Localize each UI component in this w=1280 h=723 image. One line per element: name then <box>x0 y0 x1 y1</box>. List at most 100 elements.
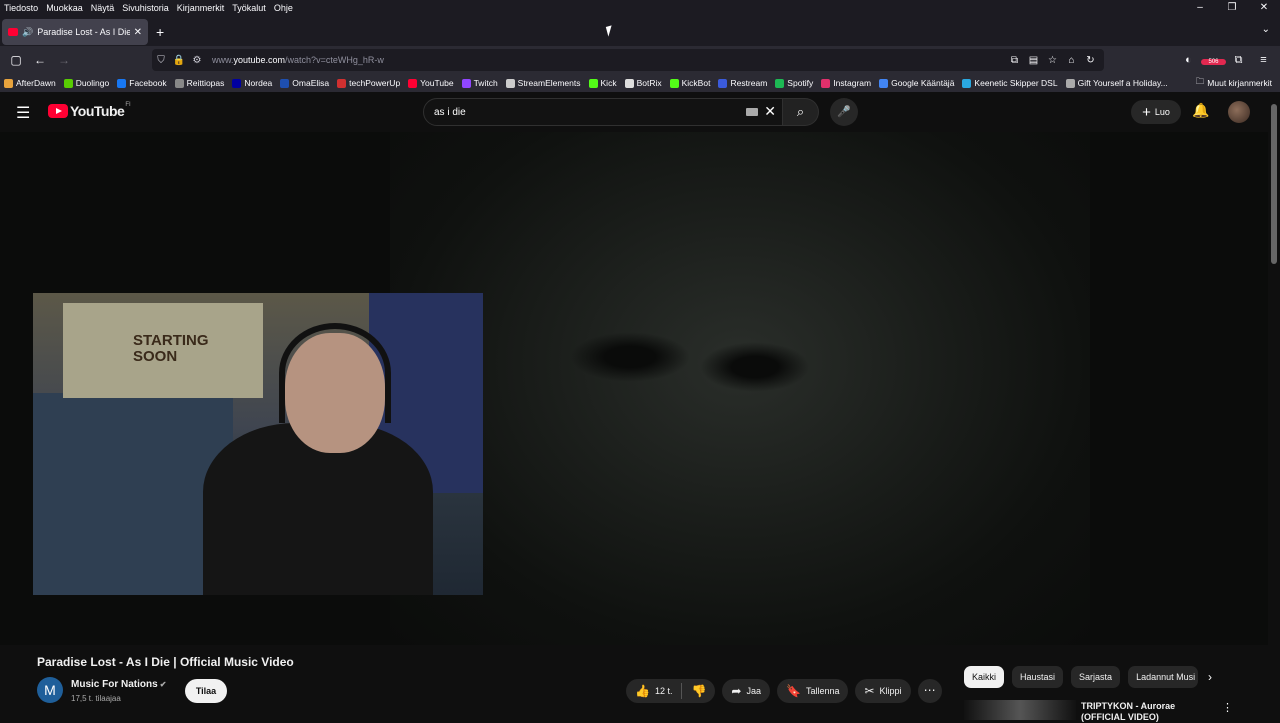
thumbs-up-icon: 👍 <box>635 684 650 698</box>
video-title: Paradise Lost - As I Die | Official Musi… <box>37 655 294 669</box>
chip-from-series[interactable]: Sarjasta <box>1071 666 1121 688</box>
bookmark-item[interactable]: StreamElements <box>502 78 585 88</box>
bookmark-item[interactable]: Restream <box>714 78 771 88</box>
share-button[interactable]: ➦ Jaa <box>722 679 770 703</box>
app-menu-icon[interactable]: ≡ <box>1251 54 1276 66</box>
reader-view-icon[interactable]: ▤ <box>1024 55 1043 66</box>
reload-icon[interactable]: ↻ <box>1081 55 1100 66</box>
url-bar[interactable]: ⛉ 🔒 ⚙ www.youtube.com/watch?v=cteWHg_hR-… <box>152 49 1104 71</box>
share-icon: ➦ <box>731 684 742 698</box>
menu-edit[interactable]: Muokkaa <box>42 3 87 13</box>
restore-icon[interactable]: ❐ <box>1216 0 1248 16</box>
profile-extension-icon[interactable]: ◐ <box>1176 54 1201 66</box>
channel-name[interactable]: Music For Nations ✔ <box>71 679 166 690</box>
save-button[interactable]: 🔖 Tallenna <box>777 679 849 703</box>
pip-icon[interactable]: ⧉ <box>1005 55 1024 66</box>
avatar[interactable] <box>1228 101 1250 123</box>
bookmark-favicon-icon <box>505 78 515 88</box>
speaker-icon[interactable]: 🔊 <box>22 27 33 38</box>
chip-uploaded-by[interactable]: Ladannut Musi <box>1128 666 1199 688</box>
other-bookmarks-folder[interactable]: 🗀 Muut kirjanmerkit <box>1196 74 1272 92</box>
keyboard-icon[interactable] <box>746 108 758 116</box>
tab-youtube[interactable]: 🔊 Paradise Lost - As I Die | Offi ✕ <box>2 19 148 45</box>
more-actions-button[interactable]: ⋯ <box>917 679 942 703</box>
subscribe-button[interactable]: Tilaa <box>185 679 227 703</box>
menu-file[interactable]: Tiedosto <box>0 3 42 13</box>
bookmark-favicon-icon <box>669 78 679 88</box>
bookmark-item[interactable]: Duolingo <box>60 78 114 88</box>
bookmark-item[interactable]: Kick <box>585 78 621 88</box>
subscriber-count: 17,5 t. tilaajaa <box>71 694 121 703</box>
extension-badge-icon[interactable]: 506 <box>1201 54 1226 66</box>
close-tab-icon[interactable]: ✕ <box>134 27 142 38</box>
forward-icon[interactable]: → <box>52 53 76 67</box>
youtube-logo[interactable]: YouTube FI <box>48 102 131 119</box>
minimize-icon[interactable]: – <box>1184 0 1216 16</box>
notifications-bell-icon[interactable]: 🔔 <box>1192 102 1209 119</box>
verified-icon: ✔ <box>159 680 167 689</box>
like-button[interactable]: 👍 12 t. <box>626 679 681 703</box>
bookmark-item[interactable]: Facebook <box>113 78 170 88</box>
scrollbar[interactable] <box>1268 92 1280 720</box>
new-tab-icon[interactable]: + <box>156 24 164 40</box>
bookmark-item[interactable]: techPowerUp <box>333 78 404 88</box>
bookmark-favicon-icon <box>174 78 184 88</box>
home-icon[interactable]: ⌂ <box>1062 55 1081 66</box>
bookmark-item[interactable]: KickBot <box>666 78 715 88</box>
bookmark-star-icon[interactable]: ☆ <box>1043 55 1062 66</box>
close-window-icon[interactable]: ✕ <box>1248 0 1280 16</box>
bookmark-item[interactable]: BotRix <box>621 78 666 88</box>
bookmark-favicon-icon <box>4 78 13 88</box>
bookmark-favicon-icon <box>718 78 728 88</box>
bookmark-item[interactable]: Gift Yourself a Holiday... <box>1062 78 1172 88</box>
tab-list-icon[interactable]: ⌄ <box>1262 24 1270 35</box>
menu-tools[interactable]: Työkalut <box>228 3 270 13</box>
bookmark-item[interactable]: YouTube <box>404 78 457 88</box>
voice-search-button[interactable]: 🎤 <box>830 98 858 126</box>
bookmark-item[interactable]: OmaElisa <box>276 78 333 88</box>
menu-history[interactable]: Sivuhistoria <box>118 3 173 13</box>
youtube-favicon-icon <box>8 28 18 36</box>
search-button[interactable]: ⌕ <box>783 98 819 126</box>
bookmarks-bar: AfterDawn Duolingo Facebook Reittiopas Norde… <box>0 74 1280 92</box>
channel-avatar[interactable]: M <box>37 677 63 703</box>
recommendation-chips: Kaikki Haustasi Sarjasta Ladannut Musi <box>964 666 1206 688</box>
microphone-icon: 🎤 <box>837 106 851 118</box>
bookmark-item[interactable]: Instagram <box>817 78 875 88</box>
bookmark-item[interactable]: Keenetic Skipper DSL <box>958 78 1061 88</box>
search-input[interactable]: as i die ✕ <box>423 98 783 126</box>
bookmark-item[interactable]: Spotify <box>771 78 817 88</box>
menu-bookmarks[interactable]: Kirjanmerkit <box>173 3 229 13</box>
extension-toolbar: ◐ 506 ⧉ ≡ <box>1176 46 1276 74</box>
bookmark-item[interactable]: Google Kääntäjä <box>875 78 958 88</box>
bookmark-favicon-icon <box>624 78 634 88</box>
shield-icon[interactable]: ⛉ <box>152 55 170 66</box>
tab-title: Paradise Lost - As I Die | Offi <box>37 27 130 37</box>
menu-help[interactable]: Ohje <box>270 3 297 13</box>
scissors-icon: ✂ <box>864 684 875 698</box>
more-options-icon[interactable]: ⋮ <box>1222 701 1233 714</box>
sidebar-toggle-icon[interactable]: ▢ <box>4 53 28 67</box>
dislike-button[interactable]: 👎 <box>682 679 715 703</box>
permissions-icon[interactable]: ⚙ <box>188 55 206 66</box>
bookmark-item[interactable]: AfterDawn <box>0 78 60 88</box>
video-player[interactable]: STARTING SOON <box>0 132 1268 645</box>
chevron-right-icon[interactable]: › <box>1208 670 1212 684</box>
clear-search-icon[interactable]: ✕ <box>764 103 776 120</box>
hamburger-menu-icon[interactable]: ☰ <box>16 103 30 123</box>
recommendation-thumbnail[interactable] <box>964 700 1076 720</box>
scrollbar-thumb[interactable] <box>1271 104 1277 264</box>
bookmark-item[interactable]: Twitch <box>458 78 502 88</box>
bookmark-favicon-icon <box>408 78 418 88</box>
back-icon[interactable]: ← <box>28 53 52 67</box>
create-button[interactable]: + Luo <box>1131 100 1181 124</box>
url-text: www.youtube.com/watch?v=cteWHg_hR-w <box>212 55 384 65</box>
menu-view[interactable]: Näytä <box>87 3 119 13</box>
lock-icon[interactable]: 🔒 <box>170 55 188 66</box>
chip-from-search[interactable]: Haustasi <box>1012 666 1064 688</box>
extensions-icon[interactable]: ⧉ <box>1226 54 1251 67</box>
chip-all[interactable]: Kaikki <box>964 666 1005 688</box>
bookmark-item[interactable]: Reittiopas <box>171 78 229 88</box>
clip-button[interactable]: ✂ Klippi <box>855 679 911 703</box>
bookmark-item[interactable]: Nordea <box>228 78 276 88</box>
